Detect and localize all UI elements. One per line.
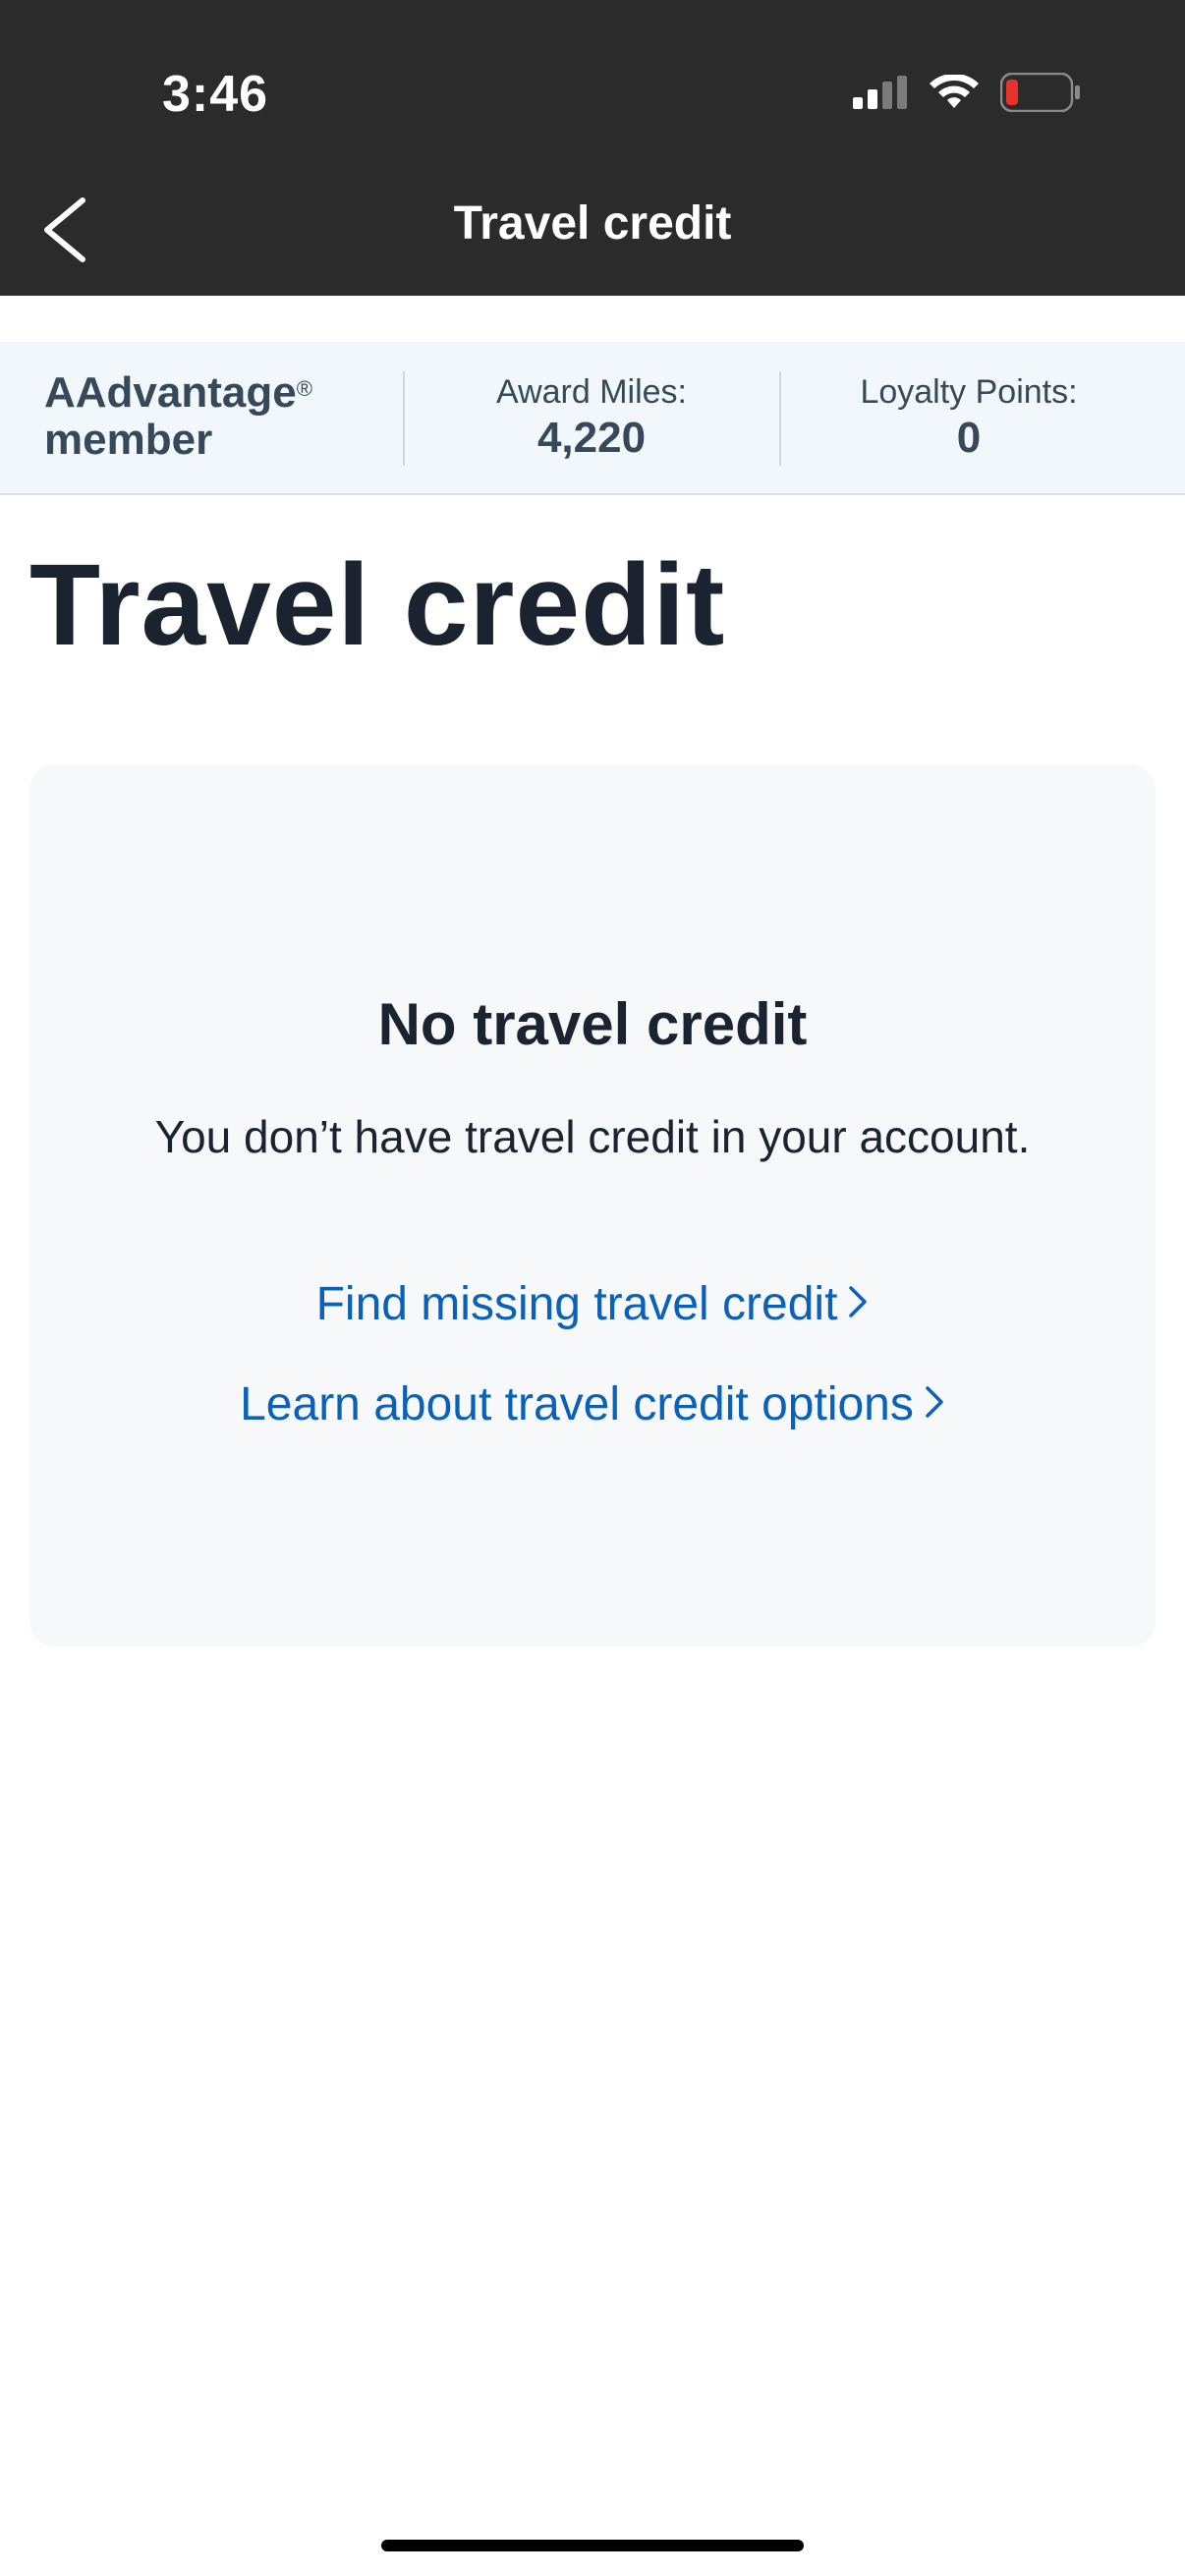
award-miles-value: 4,220	[536, 414, 647, 462]
divider	[403, 371, 405, 466]
empty-state-title: No travel credit	[377, 991, 808, 1057]
top-bar: 3:46 Travel credit	[0, 0, 1185, 296]
member-level: member	[44, 416, 213, 464]
loyalty-points-label: Loyalty Points:	[860, 373, 1078, 411]
status-time: 3:46	[162, 66, 269, 123]
learn-credit-options-link[interactable]: Learn about travel credit options	[29, 1377, 1156, 1431]
program-name: AAdvantage	[44, 368, 297, 417]
empty-state-message: You don’t have travel credit in your acc…	[154, 1111, 1031, 1162]
membership-bar: AAdvantage® member Award Miles: 4,220 Lo…	[0, 342, 1185, 495]
wifi-icon	[930, 75, 979, 108]
membership-level: AAdvantage® member	[44, 369, 312, 464]
spacer	[0, 296, 1185, 342]
battery-icon	[1000, 73, 1080, 112]
find-missing-credit-label: Find missing travel credit	[315, 1278, 838, 1330]
find-missing-credit-link[interactable]: Find missing travel credit	[29, 1277, 1156, 1331]
home-indicator[interactable]	[381, 2540, 804, 2551]
loyalty-points-value: 0	[956, 414, 982, 462]
award-miles-label: Award Miles:	[496, 373, 687, 411]
chevron-right-icon	[847, 1281, 869, 1330]
learn-credit-options-label: Learn about travel credit options	[240, 1378, 914, 1430]
registered-mark: ®	[296, 376, 312, 401]
award-miles: Award Miles: 4,220	[407, 373, 776, 464]
cellular-signal-icon	[853, 76, 907, 109]
chevron-right-icon	[924, 1381, 945, 1430]
status-icons	[853, 73, 1081, 112]
page-title: Travel credit	[29, 540, 726, 670]
loyalty-points: Loyalty Points: 0	[782, 373, 1156, 464]
nav-title: Travel credit	[453, 197, 732, 250]
empty-state-card: No travel credit You don’t have travel c…	[29, 764, 1156, 1647]
divider	[779, 371, 781, 466]
